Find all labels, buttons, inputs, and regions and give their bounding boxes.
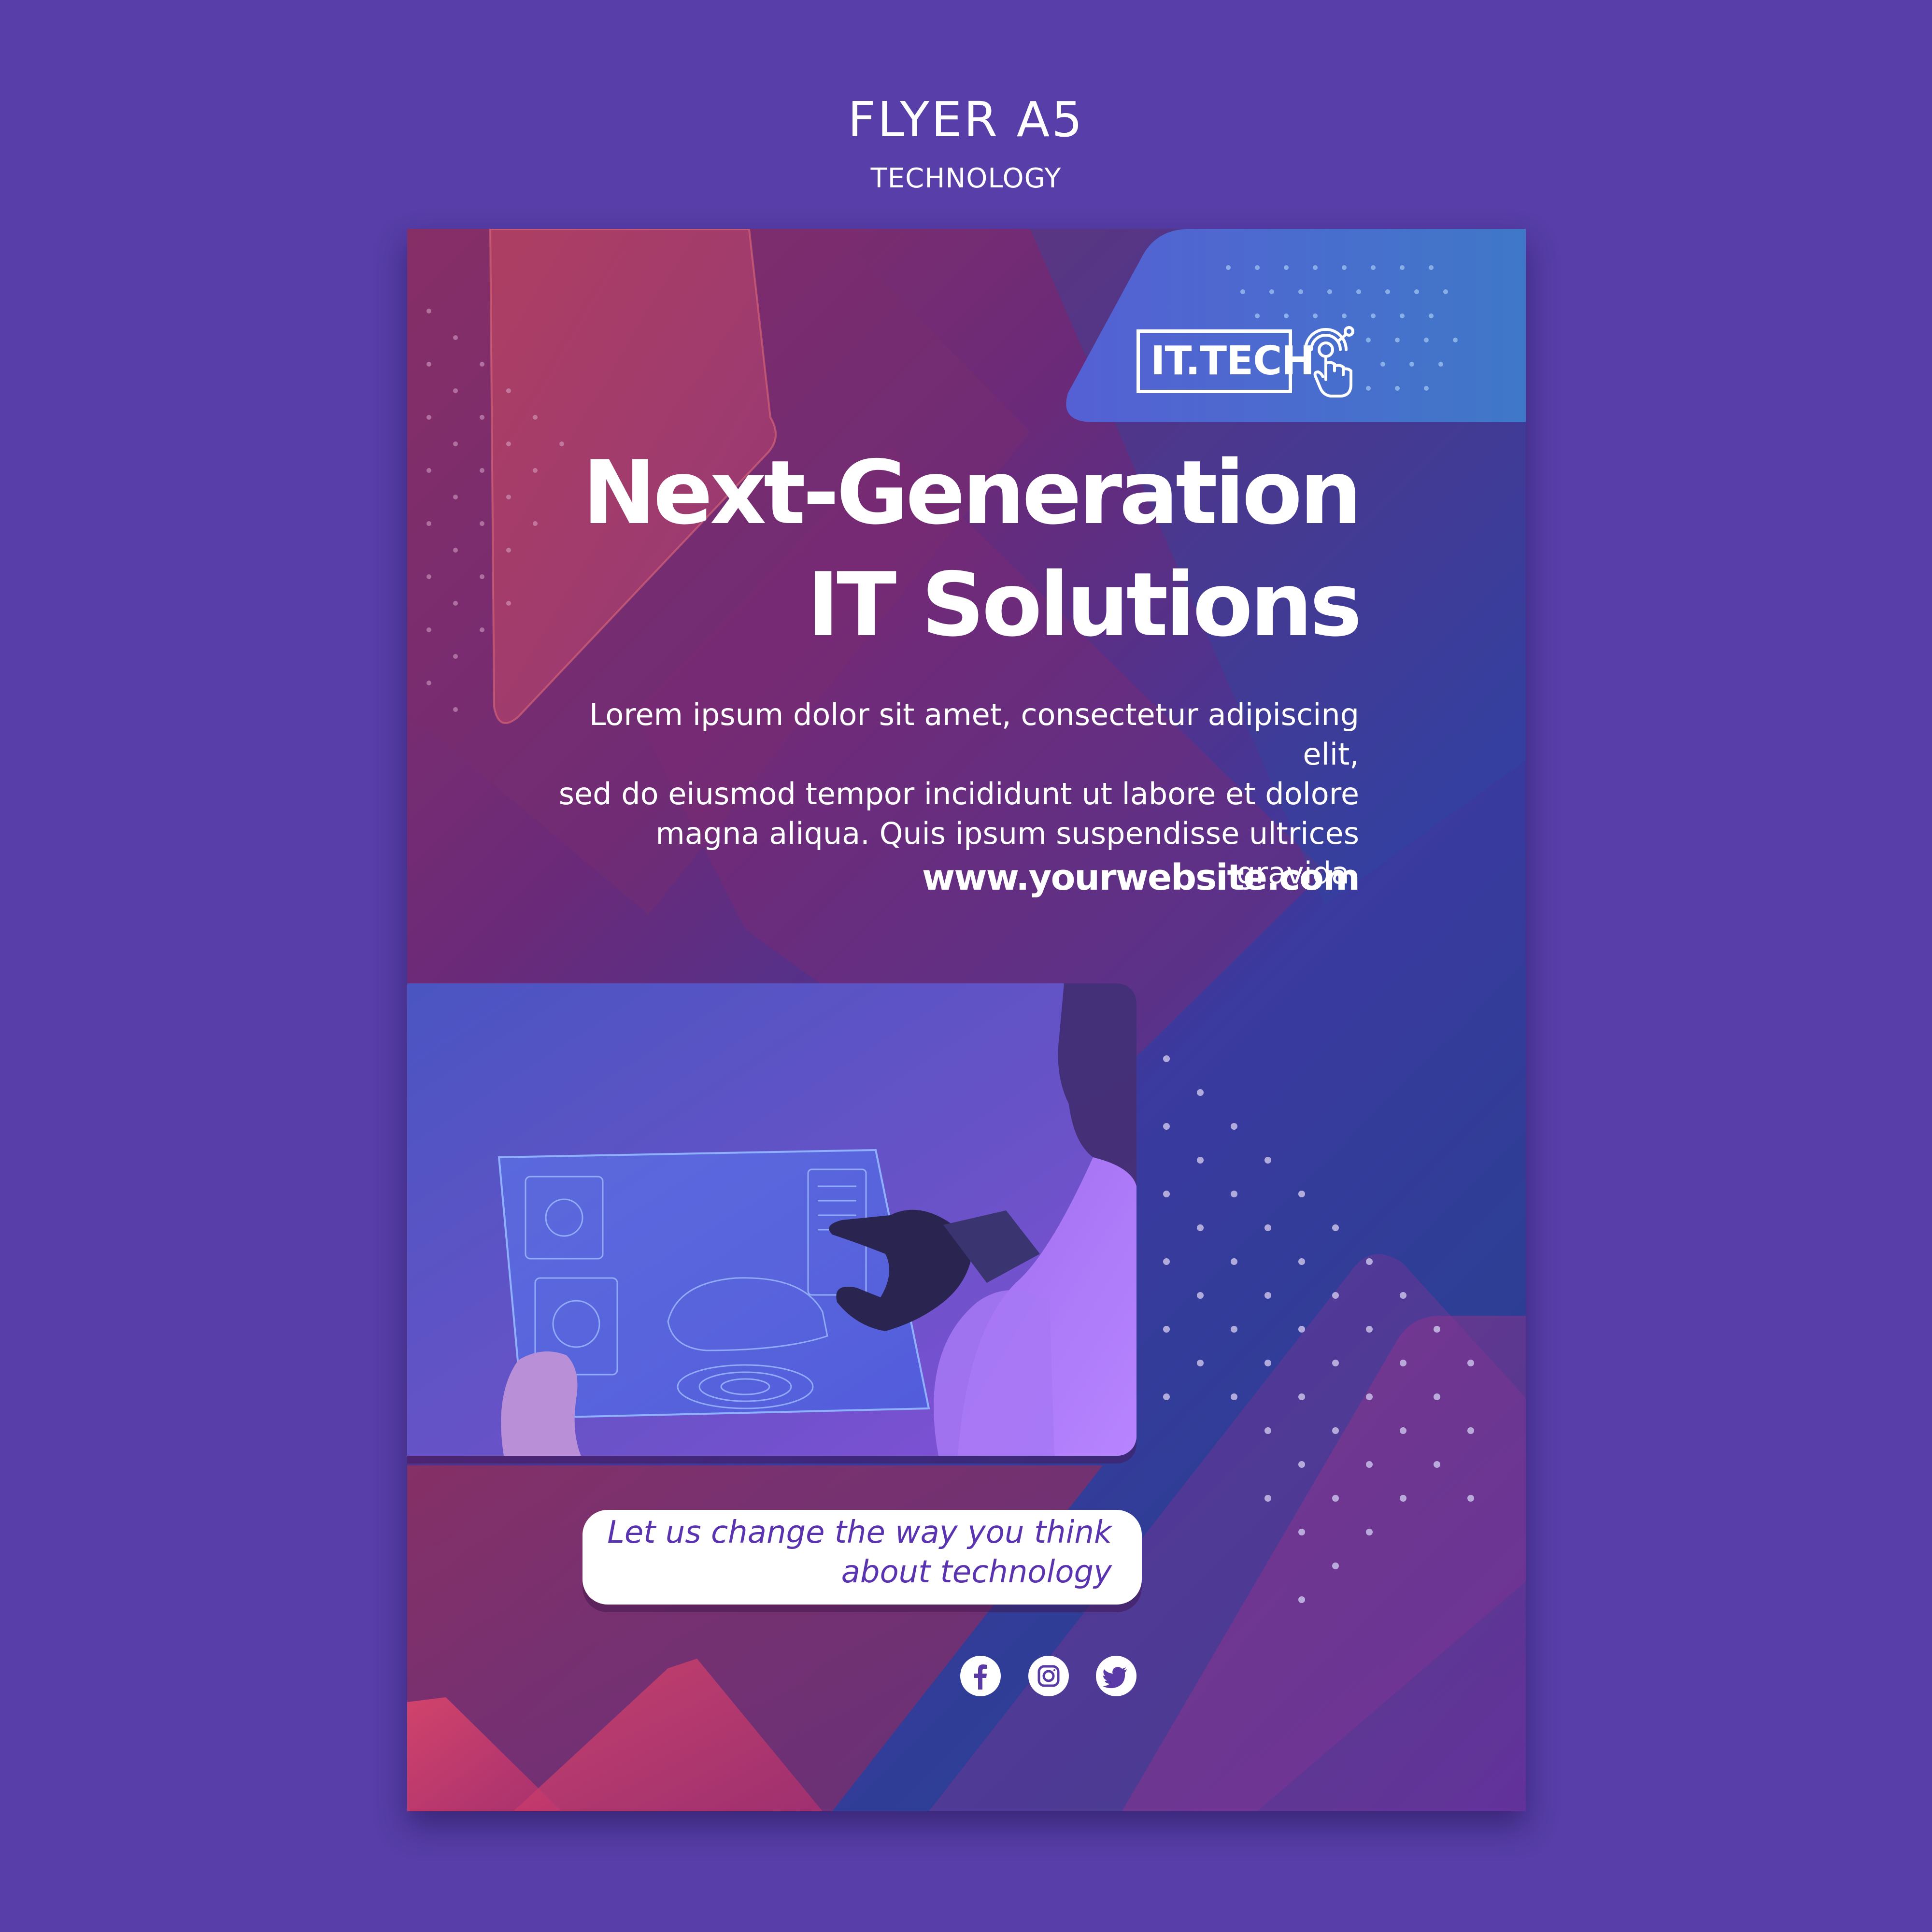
tagline-line1: Let us change the way you think [607, 1515, 1112, 1550]
flyer: IT.TECH Next-Generation IT Solutions Lor… [407, 229, 1526, 1811]
twitter-icon[interactable] [1096, 1656, 1136, 1696]
header-subtitle: TECHNOLOGY [870, 163, 1062, 194]
headline: Next-Generation IT Solutions [582, 437, 1362, 661]
tagline: Let us change the way you think about te… [582, 1510, 1142, 1605]
hero-photo [407, 983, 1136, 1456]
body-line1: Lorem ipsum dolor sit amet, consectetur … [589, 697, 1359, 772]
headline-line2: IT Solutions [807, 554, 1362, 656]
tagline-line2: about technology [841, 1554, 1112, 1590]
touch-target-icon [1304, 326, 1354, 398]
instagram-icon[interactable] [1028, 1656, 1069, 1696]
logo: IT.TECH [1136, 329, 1315, 393]
header-title: FLYER A5 [848, 91, 1084, 148]
hologram-tablet-illustration [407, 983, 1136, 1456]
headline-line1: Next-Generation [582, 441, 1362, 544]
body-line2: sed do eiusmod tempor incididunt ut labo… [558, 776, 1359, 811]
facebook-icon[interactable] [960, 1656, 1001, 1696]
website-link[interactable]: www.yourwebsite.com [922, 857, 1360, 898]
